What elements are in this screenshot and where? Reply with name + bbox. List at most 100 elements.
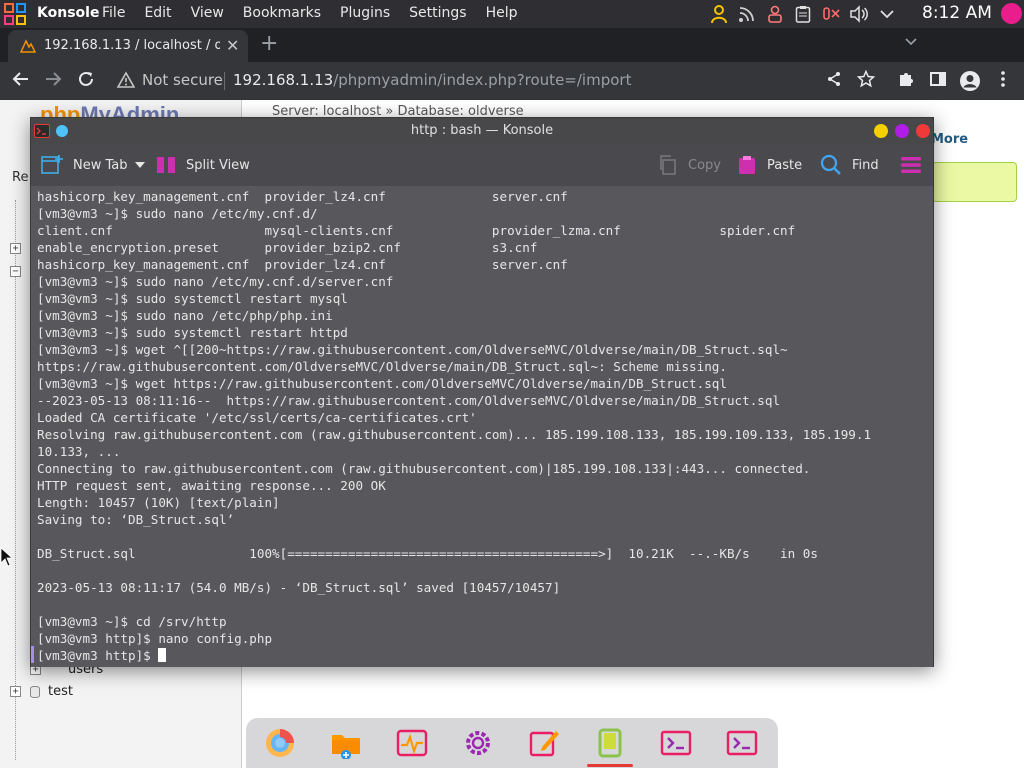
tree-collapse-icon[interactable]: −	[10, 266, 21, 277]
terminal-line: hashicorp_key_management.cnf provider_lz…	[37, 189, 568, 204]
app-menu-bar: File Edit View Bookmarks Plugins Setting…	[102, 5, 537, 21]
android-tool-icon[interactable]	[593, 726, 627, 760]
settings-icon[interactable]	[461, 726, 495, 760]
extensions-icon[interactable]	[895, 70, 917, 92]
forward-icon[interactable]	[42, 70, 64, 92]
hamburger-menu-button[interactable]	[900, 144, 922, 186]
phpmyadmin-favicon-icon	[20, 39, 36, 53]
menu-settings[interactable]: Settings	[409, 5, 466, 21]
rss-icon[interactable]	[736, 4, 757, 25]
paste-button[interactable]: Paste	[737, 144, 802, 186]
terminal-line: [vm3@vm3 ~]$ sudo nano /etc/my.cnf.d/	[37, 206, 318, 221]
konsole-window: http : bash — Konsole New Tab Split View	[30, 117, 934, 667]
split-view-button[interactable]: Split View	[156, 144, 250, 186]
find-button[interactable]: Find	[820, 144, 879, 186]
user-icon[interactable]	[708, 4, 729, 25]
share-icon[interactable]	[823, 70, 845, 92]
files-icon[interactable]	[329, 726, 363, 760]
reload-nav-button[interactable]: Re	[12, 170, 28, 185]
volume-icon[interactable]	[848, 4, 869, 25]
warning-icon[interactable]	[117, 71, 135, 89]
menu-view[interactable]: View	[191, 5, 224, 21]
copy-button[interactable]: Copy	[658, 144, 721, 186]
system-monitor-icon[interactable]	[395, 726, 429, 760]
mouse-pointer-icon	[0, 547, 12, 567]
tree-expand-icon[interactable]: +	[10, 686, 21, 697]
security-status[interactable]: Not secure	[142, 71, 223, 89]
user-avatar[interactable]	[1001, 3, 1022, 24]
terminal-line: [vm3@vm3 ~]$ wget https://raw.githubuser…	[37, 376, 727, 391]
new-tab-button[interactable]: New Tab	[41, 144, 128, 186]
terminal-line: enable_encryption.preset provider_bzip2.…	[37, 240, 538, 255]
clipboard-icon[interactable]	[792, 4, 813, 25]
terminal-icon[interactable]	[659, 726, 693, 760]
terminal-line: Length: 10457 (10K) [text/plain]	[37, 495, 280, 510]
hamburger-menu-icon	[901, 157, 921, 173]
browser-toolbar: Not secure 192.168.1.13/phpmyadmin/index…	[0, 62, 1024, 100]
tree-expand-icon[interactable]: +	[10, 243, 21, 254]
terminal-line: 10.133, ...	[37, 444, 121, 459]
terminal-line: https://raw.githubusercontent.com/Oldver…	[37, 359, 727, 374]
split-view-label: Split View	[186, 157, 250, 173]
chevron-down-icon[interactable]	[876, 4, 897, 25]
browser-icon[interactable]	[263, 726, 297, 760]
close-icon[interactable]	[916, 124, 930, 138]
notice-box	[932, 162, 1017, 202]
terminal-line: [vm3@vm3 ~]$ cd /srv/http	[37, 614, 227, 629]
browser-menu-icon[interactable]	[992, 70, 1014, 92]
new-tab-label: New Tab	[73, 157, 128, 173]
menu-help[interactable]: Help	[486, 5, 518, 21]
terminal-line: [vm3@vm3 ~]$ sudo systemctl restart mysq…	[37, 291, 348, 306]
new-tab-icon[interactable]: +	[260, 31, 278, 56]
paste-icon	[739, 156, 755, 174]
dropdown-arrow-icon	[135, 162, 145, 168]
text-editor-icon[interactable]	[527, 726, 561, 760]
paste-label: Paste	[767, 157, 803, 173]
active-app-indicator	[587, 764, 633, 767]
clock[interactable]: 8:12 AM	[922, 3, 992, 23]
address-bar[interactable]: 192.168.1.13/phpmyadmin/index.php?route=…	[233, 71, 631, 89]
terminal-line: 2023-05-13 08:11:17 (54.0 MB/s) - ‘DB_St…	[37, 580, 561, 595]
new-tab-dropdown[interactable]	[135, 144, 145, 186]
terminal-line: [vm3@vm3 ~]$ sudo systemctl restart http…	[37, 325, 348, 340]
terminal-line: hashicorp_key_management.cnf provider_lz…	[37, 257, 568, 272]
menu-file[interactable]: File	[102, 5, 125, 21]
current-line-marker	[31, 646, 34, 663]
reload-icon[interactable]	[75, 70, 97, 92]
terminal-line: [vm3@vm3 http]$ nano config.php	[37, 631, 273, 646]
profile-icon[interactable]	[959, 70, 981, 92]
bookmark-star-icon[interactable]	[855, 69, 877, 92]
menu-edit[interactable]: Edit	[144, 5, 171, 21]
tab-close-icon[interactable]: ✕	[226, 36, 239, 55]
konsole-titlebar[interactable]: http : bash — Konsole	[31, 118, 933, 144]
menu-bookmarks[interactable]: Bookmarks	[243, 5, 321, 21]
accounts-icon[interactable]	[764, 4, 785, 25]
terminal-prompt: [vm3@vm3 http]$	[37, 648, 159, 663]
browser-tab-strip: 192.168.1.13 / localhost / oldv ✕ +	[0, 28, 1024, 62]
terminal-output[interactable]: hashicorp_key_management.cnf provider_lz…	[31, 186, 933, 667]
tab-more[interactable]: More	[931, 132, 968, 147]
url-path: /phpmyadmin/index.php?route=/import	[333, 71, 632, 89]
copy-icon	[660, 155, 676, 175]
active-app-name: Konsole	[37, 5, 100, 21]
maximize-icon[interactable]	[895, 124, 909, 138]
terminal-line: [vm3@vm3 ~]$ sudo nano /etc/php/php.ini	[37, 308, 333, 323]
terminal-line: Resolving raw.githubusercontent.com (raw…	[37, 427, 872, 442]
mic-muted-icon[interactable]	[820, 4, 841, 25]
tab-search-chevron-icon[interactable]	[905, 34, 917, 50]
tree-connector	[15, 200, 16, 760]
minimize-icon[interactable]	[874, 124, 888, 138]
tab-title: 192.168.1.13 / localhost / oldv	[44, 38, 220, 53]
back-icon[interactable]	[10, 70, 32, 92]
system-panel: Konsole File Edit View Bookmarks Plugins…	[0, 0, 1024, 28]
copy-label: Copy	[688, 157, 721, 173]
find-label: Find	[852, 157, 879, 173]
side-panel-icon[interactable]	[927, 70, 949, 92]
terminal-icon-2[interactable]	[725, 726, 759, 760]
app-launcher-icon[interactable]	[4, 3, 26, 25]
browser-tab[interactable]: 192.168.1.13 / localhost / oldv ✕	[8, 30, 248, 62]
terminal-lines: hashicorp_key_management.cnf provider_lz…	[37, 188, 933, 647]
menu-plugins[interactable]: Plugins	[340, 5, 390, 21]
tree-item-test[interactable]: test	[48, 684, 73, 699]
